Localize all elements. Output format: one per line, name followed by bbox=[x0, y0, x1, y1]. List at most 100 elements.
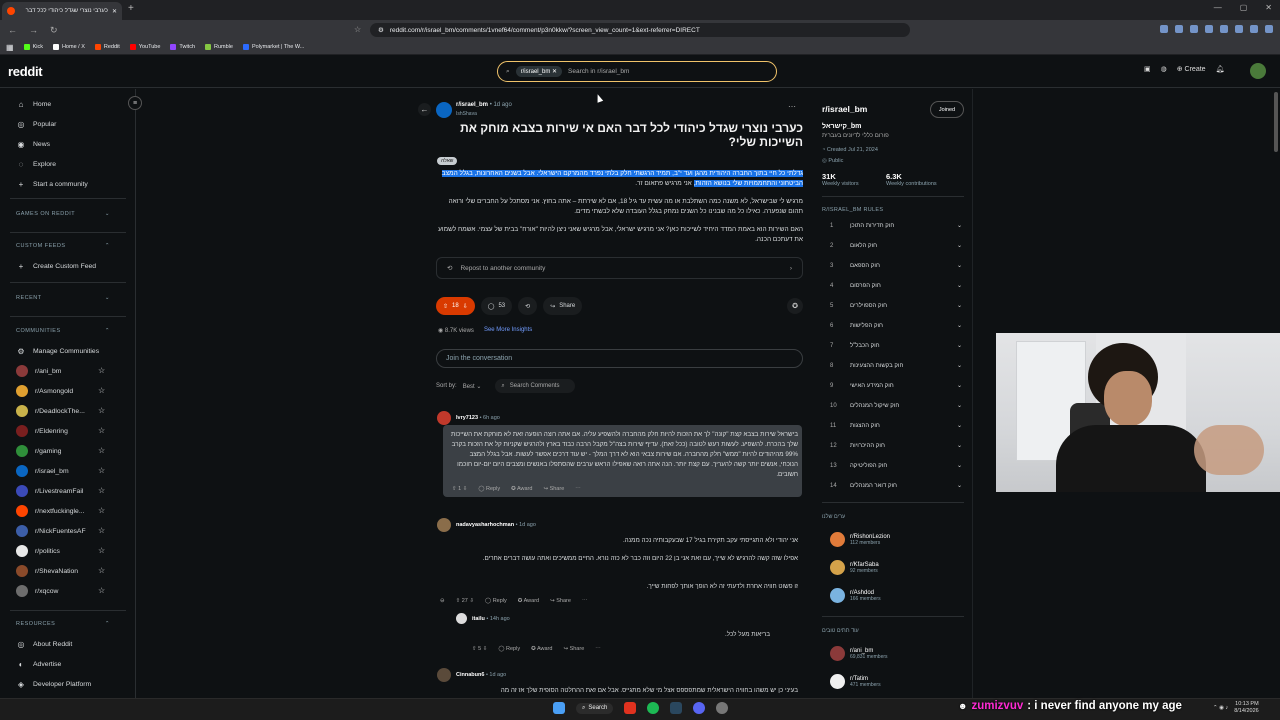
spotify-icon[interactable] bbox=[647, 702, 660, 714]
rule-item[interactable]: 7 חוק הכבל"ל ⌄ bbox=[830, 342, 962, 350]
related-subreddit[interactable]: r/KfarSaba 92 members bbox=[830, 560, 879, 575]
extension-icon[interactable] bbox=[1220, 25, 1228, 33]
extension-icon[interactable] bbox=[1190, 25, 1198, 33]
reply-button[interactable]: ◯ Reply bbox=[478, 486, 500, 492]
comment-vote[interactable]: ⇧ 27 ⇩ bbox=[456, 598, 474, 604]
bookmark-item[interactable]: Twitch bbox=[170, 44, 195, 50]
extension-icon[interactable] bbox=[1175, 25, 1183, 33]
comment-author[interactable]: nadavyasharhochman • 1d ago bbox=[456, 522, 536, 528]
site-info-icon[interactable]: ⚙ bbox=[378, 26, 384, 34]
community-item[interactable]: r/NickFuentesAF bbox=[16, 524, 86, 538]
comment-author[interactable]: Cinnabun6 • 1d ago bbox=[456, 672, 506, 678]
rule-item[interactable]: 13 חוק הפוליטיקה ⌄ bbox=[830, 462, 962, 470]
rule-item[interactable]: 5 חוק הספוילרים ⌄ bbox=[830, 302, 962, 310]
rule-item[interactable]: 8 חוק בקשות ההצעינות ⌄ bbox=[830, 362, 962, 370]
comment-avatar[interactable] bbox=[456, 613, 467, 624]
forward-icon[interactable]: → bbox=[29, 25, 38, 36]
back-button[interactable]: ← bbox=[418, 103, 431, 116]
related-subreddit[interactable]: r/Tatim 471 members bbox=[830, 674, 881, 689]
rule-item[interactable]: 10 חוק שיקול המנהלים ⌄ bbox=[830, 402, 962, 410]
section-header[interactable]: RECENT ⌄ bbox=[16, 295, 110, 301]
sidebar-item-news[interactable]: ◉ News bbox=[16, 137, 51, 151]
sort-dropdown[interactable]: Best ⌄ bbox=[463, 383, 482, 390]
bookmark-star-icon[interactable]: ☆ bbox=[354, 25, 361, 34]
user-avatar[interactable] bbox=[1250, 63, 1266, 79]
insights-link[interactable]: See More Insights bbox=[484, 327, 532, 334]
community-item[interactable]: r/Asmongold bbox=[16, 384, 73, 398]
window-close-icon[interactable]: ✕ bbox=[1265, 3, 1272, 12]
extension-icon[interactable] bbox=[1235, 25, 1243, 33]
comments-button[interactable]: ◯ 53 bbox=[480, 297, 513, 315]
discord-icon[interactable] bbox=[693, 702, 706, 714]
reload-icon[interactable]: ↻ bbox=[50, 25, 58, 36]
extension-icon[interactable] bbox=[1265, 25, 1273, 33]
maximize-icon[interactable]: ▢ bbox=[1240, 3, 1248, 12]
favorite-star-icon[interactable]: ☆ bbox=[98, 546, 105, 555]
bookmark-item[interactable]: Polymarket | The W... bbox=[242, 44, 304, 50]
favorite-star-icon[interactable]: ☆ bbox=[98, 566, 105, 575]
more-options-icon[interactable]: ⋯ bbox=[595, 646, 601, 652]
rule-item[interactable]: 11 חוק ההצגות ⌄ bbox=[830, 422, 962, 430]
sidebar-item-popular[interactable]: ◎ Popular bbox=[16, 117, 57, 131]
bookmark-item[interactable]: YouTube bbox=[129, 44, 160, 50]
sidebar-subreddit-name[interactable]: r/israel_bm bbox=[822, 104, 867, 114]
share-button[interactable]: ↪ Share bbox=[550, 598, 571, 604]
favorite-star-icon[interactable]: ☆ bbox=[98, 406, 105, 415]
community-item[interactable]: r/DeadlockThe... bbox=[16, 404, 85, 418]
favorite-star-icon[interactable]: ☆ bbox=[98, 506, 105, 515]
more-options-icon[interactable]: ⋯ bbox=[582, 598, 588, 604]
search-input[interactable]: Search in r/israel_bm bbox=[568, 68, 629, 75]
community-item[interactable]: r/xqcow bbox=[16, 584, 58, 598]
community-item[interactable]: r/Eldenring bbox=[16, 424, 68, 438]
comment-author[interactable]: itailu • 14h ago bbox=[472, 616, 510, 622]
comment-input[interactable]: Join the conversation bbox=[436, 349, 803, 368]
related-subreddit[interactable]: r/ani_bm 69,831 members bbox=[830, 646, 888, 661]
community-item[interactable]: r/ani_bm bbox=[16, 364, 61, 378]
crosspost-button[interactable]: ⟲ bbox=[518, 297, 538, 315]
tray-icons[interactable]: ⌃ ◉ ♪ bbox=[1213, 705, 1228, 711]
rule-item[interactable]: 14 חוק דואר המנהלים ⌄ bbox=[830, 482, 962, 490]
favorite-star-icon[interactable]: ☆ bbox=[98, 386, 105, 395]
obs-icon[interactable] bbox=[716, 702, 729, 714]
more-options-icon[interactable]: ⋯ bbox=[788, 102, 796, 111]
favorite-star-icon[interactable]: ☆ bbox=[98, 466, 105, 475]
sidebar-item-home[interactable]: ⌂ Home bbox=[16, 97, 52, 111]
community-item[interactable]: r/LivestreamFail bbox=[16, 484, 83, 498]
bookmark-item[interactable]: Reddit bbox=[94, 44, 120, 50]
bookmark-item[interactable]: Rumble bbox=[205, 44, 233, 50]
joined-button[interactable]: Joined bbox=[930, 101, 964, 118]
reply-button[interactable]: ◯ Reply bbox=[498, 646, 520, 652]
chat-icon[interactable]: ◍ bbox=[1161, 65, 1167, 73]
rule-item[interactable]: 3 חוק הספאם ⌄ bbox=[830, 262, 962, 270]
comment-author[interactable]: Ivry7123 • 6h ago bbox=[456, 415, 500, 421]
rule-item[interactable]: 12 חוק ההיכרויות ⌄ bbox=[830, 442, 962, 450]
section-header[interactable]: RESOURCES ⌃ bbox=[16, 621, 110, 627]
taskbar-search[interactable]: ⌕ Search bbox=[576, 702, 614, 714]
share-button[interactable]: ↪ Share bbox=[563, 646, 584, 652]
extension-icon[interactable] bbox=[1160, 25, 1168, 33]
search-subreddit-chip[interactable]: r/israel_bm ✕ bbox=[515, 66, 563, 77]
award-button[interactable]: ✪ Award bbox=[518, 598, 539, 604]
ads-icon[interactable]: ▣ bbox=[1144, 65, 1151, 73]
steam-icon[interactable] bbox=[670, 702, 683, 714]
create-post-button[interactable]: ⊕ Create bbox=[1177, 65, 1206, 73]
bookmark-item[interactable]: Home / X bbox=[52, 44, 85, 50]
notifications-icon[interactable]: 🔔︎ bbox=[1216, 65, 1225, 73]
minimize-icon[interactable]: — bbox=[1214, 3, 1222, 12]
resource-item[interactable]: ◐ Advertise bbox=[16, 657, 62, 671]
rule-item[interactable]: 6 חוק הפלישות ⌄ bbox=[830, 322, 962, 330]
resource-item[interactable]: ◈ Developer Platform bbox=[16, 677, 91, 691]
tab-close-icon[interactable]: ✕ bbox=[112, 8, 117, 15]
reddit-logo[interactable]: reddit bbox=[8, 64, 43, 79]
comment-vote[interactable]: ⇧ 1 ⇩ bbox=[452, 486, 467, 492]
share-button[interactable]: ↪ Share bbox=[543, 486, 564, 492]
favorite-star-icon[interactable]: ☆ bbox=[98, 366, 105, 375]
section-header[interactable]: GAMES ON REDDIT ⌄ bbox=[16, 211, 110, 217]
brave-browser-icon[interactable] bbox=[624, 702, 637, 714]
browser-tab[interactable]: כערבי נוצרי שגדל כיהודי לכל דבר ✕ bbox=[2, 2, 122, 20]
favorite-star-icon[interactable]: ☆ bbox=[98, 526, 105, 535]
related-subreddit[interactable]: r/RishonLezion 112 members bbox=[830, 532, 890, 547]
community-item[interactable]: r/ShevaNation bbox=[16, 564, 78, 578]
favorite-star-icon[interactable]: ☆ bbox=[98, 486, 105, 495]
new-tab-icon[interactable]: + bbox=[128, 3, 134, 14]
